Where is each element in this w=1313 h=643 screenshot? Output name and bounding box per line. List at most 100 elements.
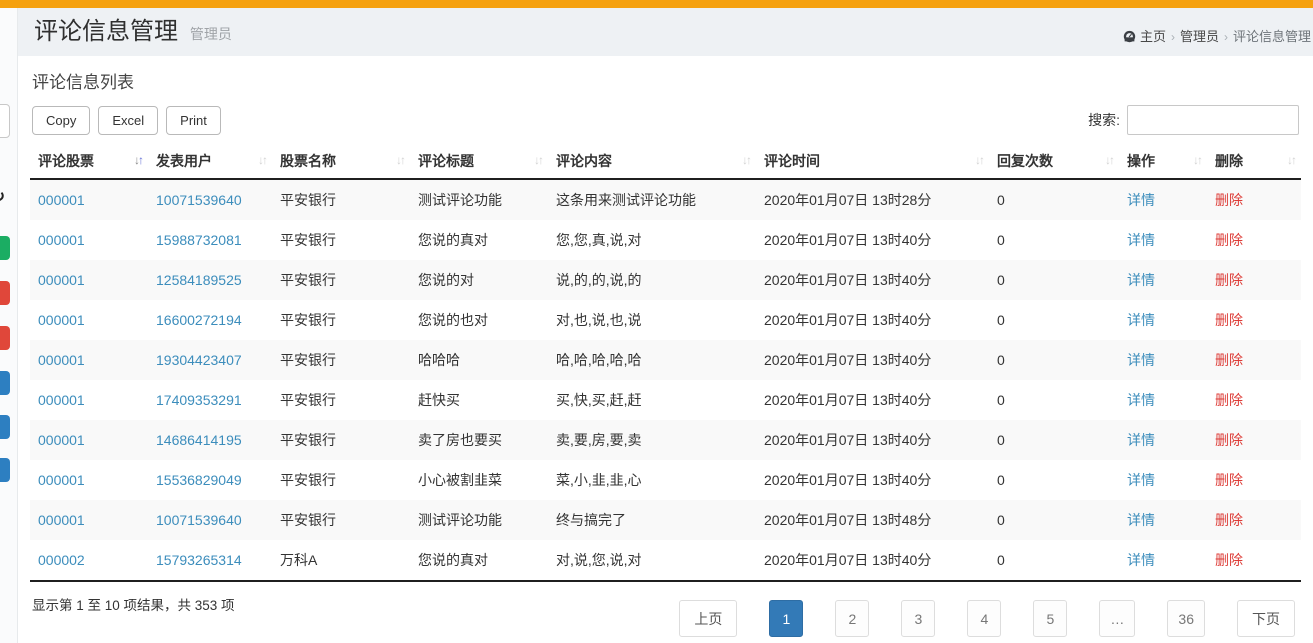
delete-link[interactable]: 删除 bbox=[1215, 232, 1243, 248]
cell-stock[interactable]: 000001 bbox=[38, 392, 85, 408]
cell-title: 小心被割韭菜 bbox=[418, 472, 502, 488]
detail-link[interactable]: 详情 bbox=[1127, 512, 1155, 528]
detail-link[interactable]: 详情 bbox=[1127, 192, 1155, 208]
table-row: 000001 10071539640 平安银行 测试评论功能 终与搞完了 202… bbox=[30, 500, 1301, 540]
print-button[interactable]: Print bbox=[166, 105, 221, 135]
delete-link[interactable]: 删除 bbox=[1215, 352, 1243, 368]
blue-action-icon[interactable] bbox=[0, 371, 10, 395]
cell-content: 哈,哈,哈,哈,哈 bbox=[556, 352, 642, 368]
results-info: 显示第 1 至 10 项结果，共 353 项 bbox=[32, 598, 235, 613]
detail-link[interactable]: 详情 bbox=[1127, 472, 1155, 488]
detail-link[interactable]: 详情 bbox=[1127, 392, 1155, 408]
delete-link[interactable]: 删除 bbox=[1215, 472, 1243, 488]
comments-table: 评论股票 ↓↑ 发表用户 ↓↑ 股票名称 ↓↑ 评论标题 ↓↑ 评论内容 ↓↑ … bbox=[30, 145, 1301, 582]
detail-link[interactable]: 详情 bbox=[1127, 552, 1155, 568]
cell-stock-name: 平安银行 bbox=[280, 352, 336, 368]
cell-stock[interactable]: 000001 bbox=[38, 272, 85, 288]
partial-button[interactable] bbox=[0, 104, 10, 138]
cell-stock[interactable]: 000001 bbox=[38, 232, 85, 248]
green-action-icon[interactable] bbox=[0, 236, 10, 260]
page-button-3[interactable]: 3 bbox=[901, 600, 936, 637]
cell-replies: 0 bbox=[997, 312, 1005, 328]
cell-user[interactable]: 10071539640 bbox=[156, 512, 242, 528]
column-header[interactable]: 回复次数 ↓↑ bbox=[989, 145, 1119, 180]
breadcrumb-admin[interactable]: 管理员 bbox=[1180, 29, 1219, 44]
dashboard-icon bbox=[1123, 30, 1136, 46]
cell-user[interactable]: 19304423407 bbox=[156, 352, 242, 368]
column-label: 股票名称 bbox=[280, 153, 336, 169]
cell-stock[interactable]: 000001 bbox=[38, 512, 85, 528]
cell-stock[interactable]: 000002 bbox=[38, 552, 85, 568]
cell-stock[interactable]: 000001 bbox=[38, 472, 85, 488]
cell-user[interactable]: 10071539640 bbox=[156, 192, 242, 208]
toolbar: Copy Excel Print 搜索: bbox=[18, 95, 1313, 143]
content-header: 评论信息管理 管理员 主页 › 管理员 › 评论信息管理 bbox=[18, 8, 1313, 56]
column-header[interactable]: 删除 ↓↑ bbox=[1207, 145, 1301, 180]
column-label: 评论时间 bbox=[764, 153, 820, 169]
sort-icon: ↓↑ bbox=[258, 153, 268, 167]
delete-link[interactable]: 删除 bbox=[1215, 512, 1243, 528]
cell-user[interactable]: 12584189525 bbox=[156, 272, 242, 288]
detail-link[interactable]: 详情 bbox=[1127, 232, 1155, 248]
red-action-icon[interactable] bbox=[0, 281, 10, 305]
page-button-5[interactable]: 5 bbox=[1033, 600, 1068, 637]
main-area: 评论信息管理 管理员 主页 › 管理员 › 评论信息管理 评论信息列表 Copy Exc… bbox=[18, 8, 1313, 643]
cell-stock[interactable]: 000001 bbox=[38, 192, 85, 208]
column-header[interactable]: 评论股票 ↓↑ bbox=[30, 145, 148, 180]
detail-link[interactable]: 详情 bbox=[1127, 312, 1155, 328]
cell-stock[interactable]: 000001 bbox=[38, 352, 85, 368]
cell-content: 菜,小,韭,韭,心 bbox=[556, 472, 642, 488]
cell-content: 对,也,说,也,说 bbox=[556, 312, 642, 328]
cell-title: 您说的对 bbox=[418, 272, 474, 288]
delete-link[interactable]: 删除 bbox=[1215, 272, 1243, 288]
page-button-1[interactable]: 1 bbox=[769, 600, 804, 637]
breadcrumb-home[interactable]: 主页 bbox=[1140, 29, 1166, 44]
detail-link[interactable]: 详情 bbox=[1127, 432, 1155, 448]
blue-action-icon[interactable] bbox=[0, 458, 10, 482]
delete-link[interactable]: 删除 bbox=[1215, 312, 1243, 328]
column-header[interactable]: 操作 ↓↑ bbox=[1119, 145, 1207, 180]
copy-button[interactable]: Copy bbox=[32, 105, 91, 135]
cell-user[interactable]: 14686414195 bbox=[156, 432, 242, 448]
cell-replies: 0 bbox=[997, 232, 1005, 248]
delete-link[interactable]: 删除 bbox=[1215, 192, 1243, 208]
column-header[interactable]: 评论标题 ↓↑ bbox=[410, 145, 548, 180]
cell-stock[interactable]: 000001 bbox=[38, 432, 85, 448]
column-header[interactable]: 发表用户 ↓↑ bbox=[148, 145, 272, 180]
column-header[interactable]: 股票名称 ↓↑ bbox=[272, 145, 410, 180]
breadcrumb-separator: › bbox=[1223, 30, 1228, 44]
excel-button[interactable]: Excel bbox=[98, 105, 159, 135]
page-ellipsis-button[interactable]: … bbox=[1099, 600, 1136, 637]
blue-action-icon[interactable] bbox=[0, 415, 10, 439]
cell-user[interactable]: 15988732081 bbox=[156, 232, 242, 248]
cell-user[interactable]: 15793265314 bbox=[156, 552, 242, 568]
cell-stock-name: 平安银行 bbox=[280, 192, 336, 208]
red-action-icon[interactable] bbox=[0, 326, 10, 350]
detail-link[interactable]: 详情 bbox=[1127, 272, 1155, 288]
cell-user[interactable]: 15536829049 bbox=[156, 472, 242, 488]
column-header[interactable]: 评论内容 ↓↑ bbox=[548, 145, 756, 180]
refresh-icon[interactable]: ↻ bbox=[0, 184, 10, 208]
column-label: 操作 bbox=[1127, 153, 1155, 169]
comment-list-panel: 评论信息列表 Copy Excel Print 搜索: 评论股票 ↓↑ 发表用户… bbox=[18, 56, 1313, 643]
search-input[interactable] bbox=[1127, 105, 1299, 135]
delete-link[interactable]: 删除 bbox=[1215, 432, 1243, 448]
prev-page-button[interactable]: 上页 bbox=[679, 600, 738, 637]
cell-time: 2020年01月07日 13时40分 bbox=[764, 432, 932, 448]
cell-replies: 0 bbox=[997, 392, 1005, 408]
detail-link[interactable]: 详情 bbox=[1127, 352, 1155, 368]
delete-link[interactable]: 删除 bbox=[1215, 392, 1243, 408]
table-header-row: 评论股票 ↓↑ 发表用户 ↓↑ 股票名称 ↓↑ 评论标题 ↓↑ 评论内容 ↓↑ … bbox=[30, 145, 1301, 180]
page-button-36[interactable]: 36 bbox=[1167, 600, 1205, 637]
cell-time: 2020年01月07日 13时40分 bbox=[764, 232, 932, 248]
cell-user[interactable]: 17409353291 bbox=[156, 392, 242, 408]
cell-user[interactable]: 16600272194 bbox=[156, 312, 242, 328]
page-button-2[interactable]: 2 bbox=[835, 600, 870, 637]
delete-link[interactable]: 删除 bbox=[1215, 552, 1243, 568]
page-button-4[interactable]: 4 bbox=[967, 600, 1002, 637]
cell-title: 测试评论功能 bbox=[418, 192, 502, 208]
column-header[interactable]: 评论时间 ↓↑ bbox=[756, 145, 989, 180]
table-row: 000002 15793265314 万科A 您说的真对 对,说,您,说,对 2… bbox=[30, 540, 1301, 582]
next-page-button[interactable]: 下页 bbox=[1237, 600, 1295, 637]
cell-stock[interactable]: 000001 bbox=[38, 312, 85, 328]
